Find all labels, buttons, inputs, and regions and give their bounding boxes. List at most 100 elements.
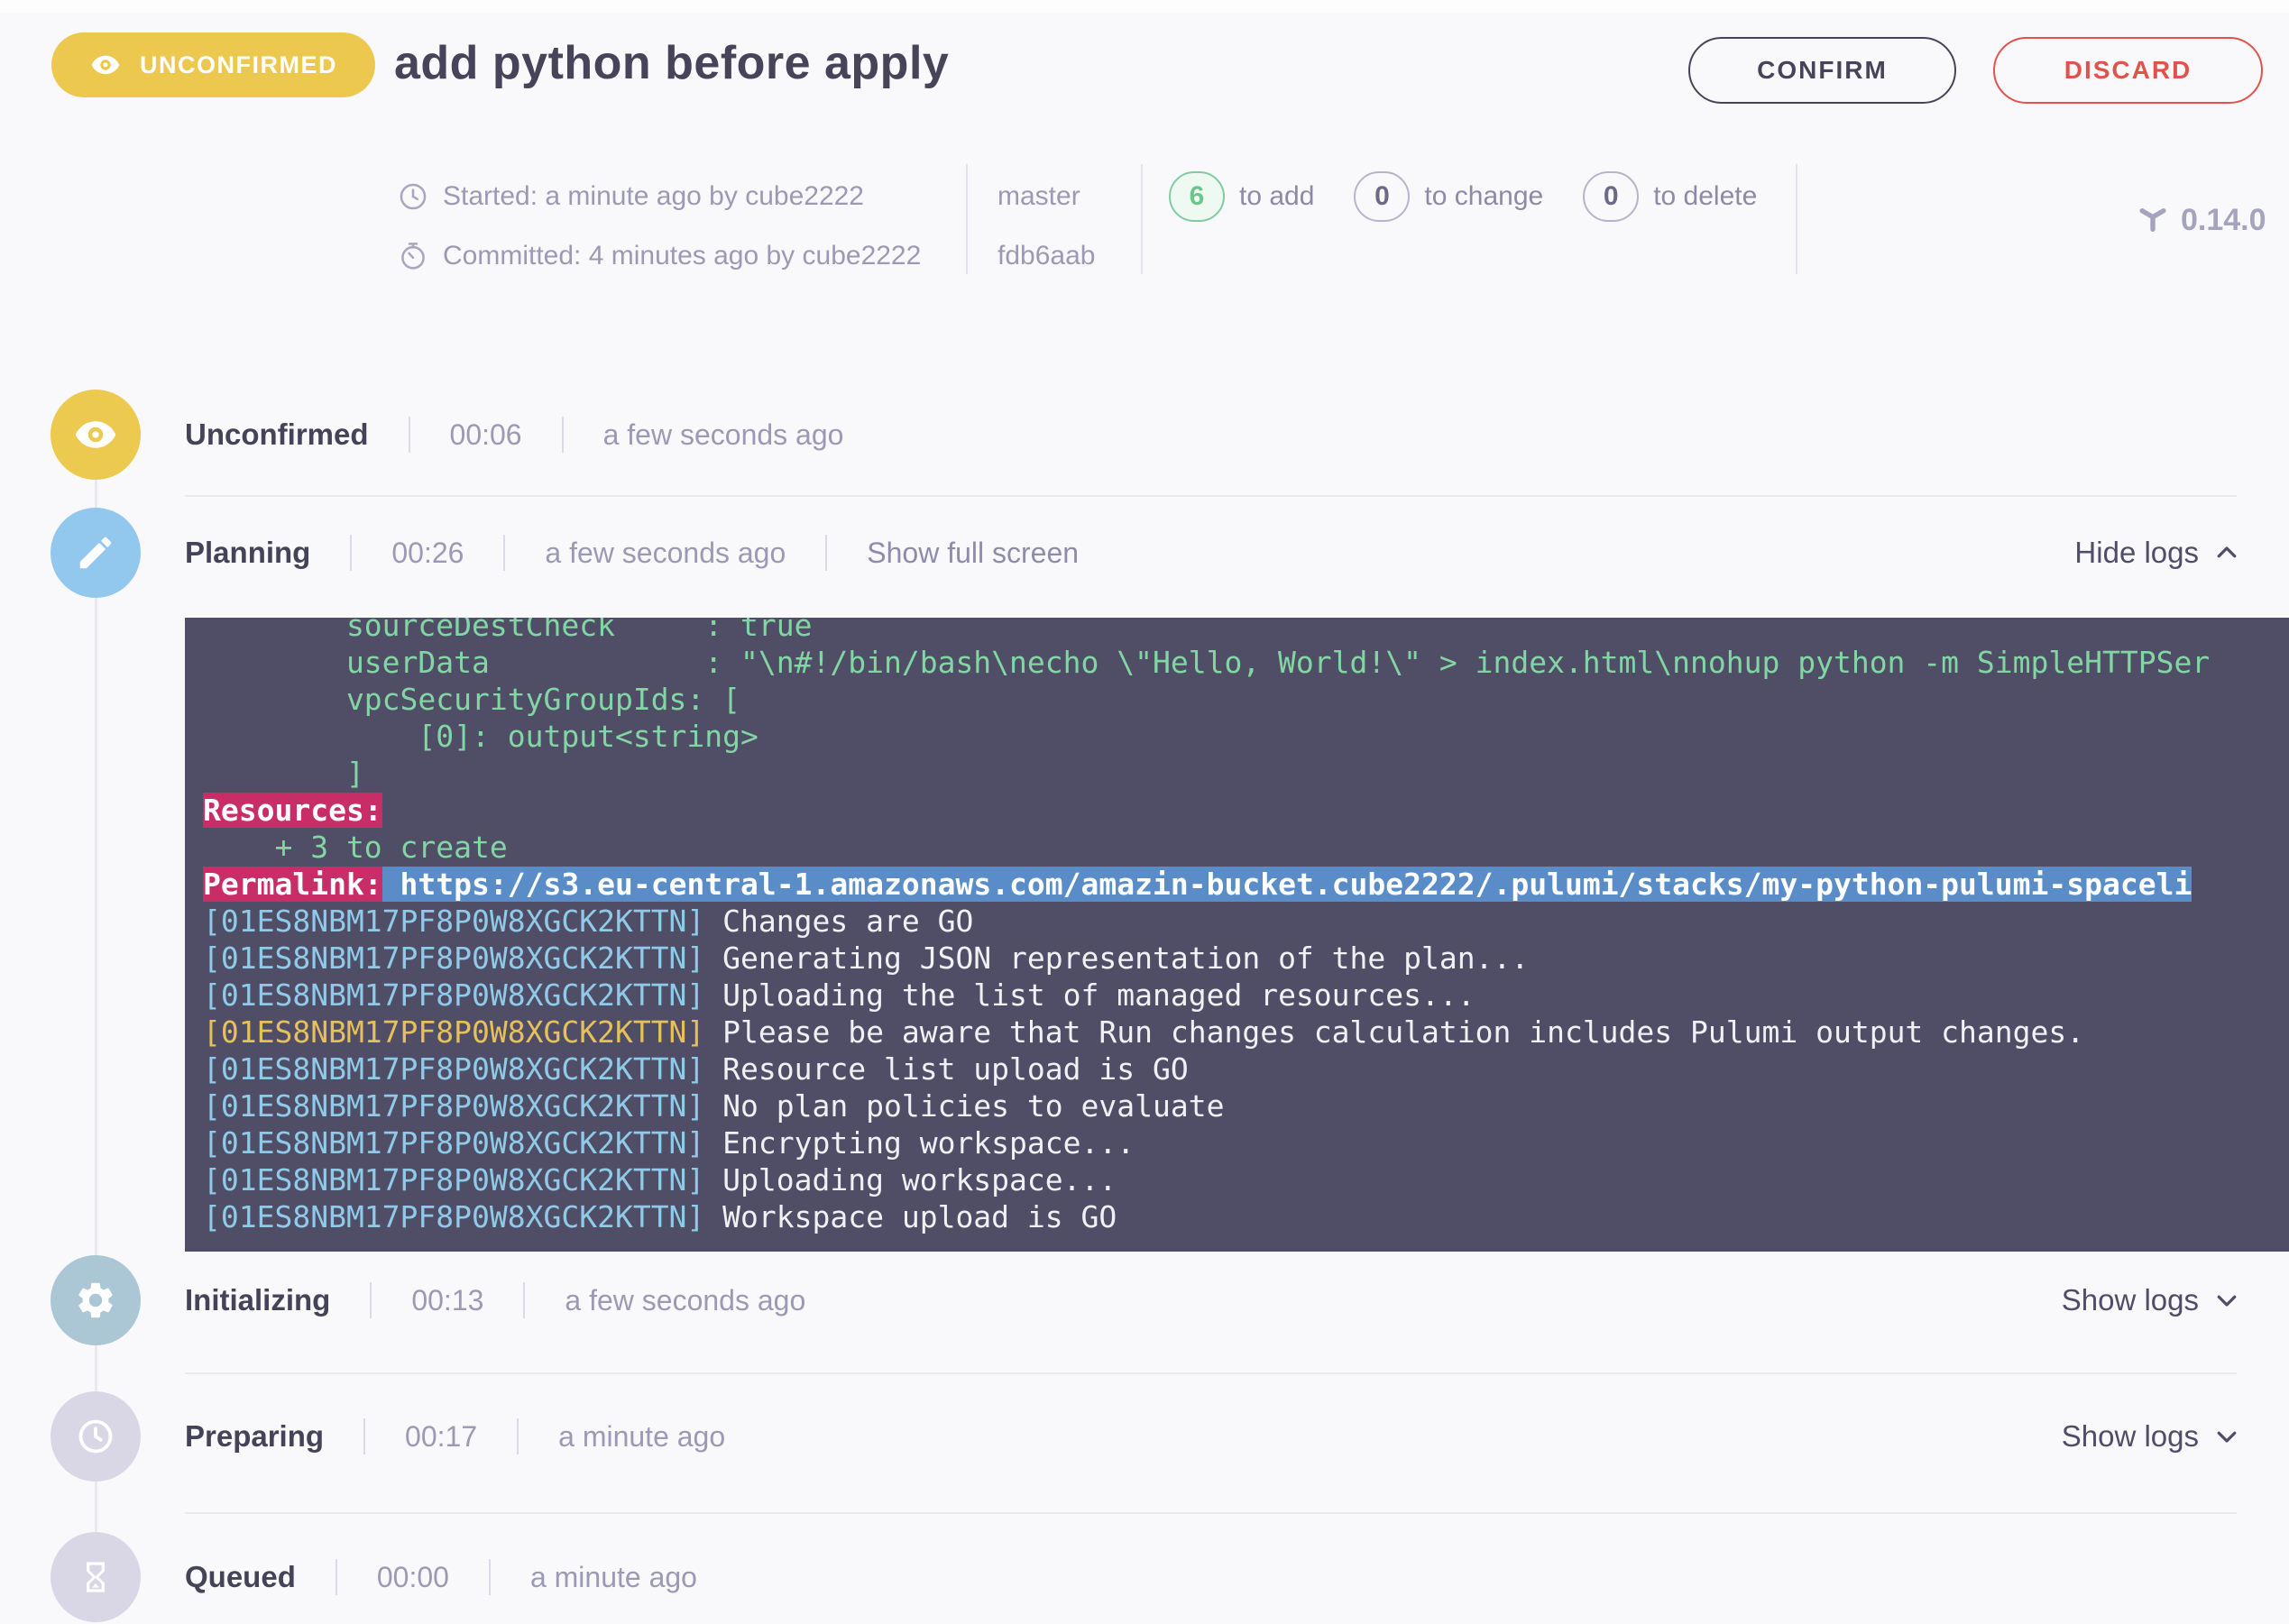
stage-name: Preparing	[185, 1419, 324, 1454]
chevron-down-icon	[2213, 1287, 2240, 1314]
clock-icon	[398, 181, 428, 212]
to-change-count: 0	[1354, 171, 1410, 222]
meta-divider	[1796, 164, 1797, 274]
log-line: [01ES8NBM17PF8P0W8XGCK2KTTN] Workspace u…	[203, 1198, 2289, 1235]
page-title: add python before apply	[394, 36, 949, 90]
show-logs-toggle[interactable]: Show logs	[2062, 1283, 2240, 1317]
discard-button[interactable]: DISCARD	[1993, 37, 2263, 104]
meta-divider	[966, 164, 968, 274]
stage-duration: 00:17	[405, 1420, 477, 1454]
separator	[370, 1282, 372, 1318]
row-divider	[185, 495, 2237, 497]
clock-icon	[75, 1416, 116, 1457]
timeline-row-initializing: Initializing 00:13 a few seconds ago Sho…	[0, 1253, 2289, 1347]
stage-duration: 00:13	[411, 1284, 483, 1317]
timeline-row-queued: Queued 00:00 a minute ago	[0, 1530, 2289, 1624]
stage-time: a minute ago	[530, 1561, 697, 1594]
stage-name: Unconfirmed	[185, 417, 369, 452]
stage-time: a minute ago	[558, 1420, 725, 1454]
started-text: Started: a minute ago by cube2222	[443, 181, 864, 212]
log-line: [01ES8NBM17PF8P0W8XGCK2KTTN] No plan pol…	[203, 1087, 2289, 1124]
eye-icon	[89, 49, 122, 81]
timeline-row-preparing: Preparing 00:17 a minute ago Show logs	[0, 1390, 2289, 1483]
separator	[517, 1418, 519, 1454]
committed-line: Committed: 4 minutes ago by cube2222	[398, 236, 921, 276]
changes-summary: 6 to add 0 to change 0 to delete	[1169, 171, 1757, 222]
to-add-label: to add	[1239, 181, 1314, 212]
row-divider	[185, 1372, 2237, 1374]
stage-time: a few seconds ago	[603, 418, 844, 452]
eye-icon	[72, 411, 119, 458]
stage-duration: 00:00	[377, 1561, 449, 1594]
version-text: 0.14.0	[2181, 203, 2266, 238]
log-line: [0]: output<string>	[203, 718, 2289, 755]
hourglass-icon	[78, 1559, 114, 1595]
stage-time: a few seconds ago	[565, 1284, 805, 1317]
log-line: [01ES8NBM17PF8P0W8XGCK2KTTN] Encrypting …	[203, 1124, 2289, 1161]
unconfirmed-stage-icon	[51, 390, 141, 480]
show-full-screen-link[interactable]: Show full screen	[867, 537, 1079, 570]
toggle-label: Show logs	[2062, 1283, 2199, 1317]
log-line: sourceDestCheck : true	[203, 618, 2289, 644]
initializing-stage-icon	[51, 1255, 141, 1345]
timeline-row-unconfirmed: Unconfirmed 00:06 a few seconds ago	[0, 388, 2289, 482]
timeline-row-planning: Planning 00:26 a few seconds ago Show fu…	[0, 506, 2289, 600]
meta-divider	[1141, 164, 1143, 274]
stage-name: Initializing	[185, 1283, 330, 1317]
gear-icon	[74, 1279, 117, 1322]
log-line: vpcSecurityGroupIds: [	[203, 681, 2289, 718]
stage-duration: 00:26	[391, 537, 464, 570]
pencil-icon	[75, 532, 116, 573]
log-line: [01ES8NBM17PF8P0W8XGCK2KTTN] Please be a…	[203, 1014, 2289, 1051]
logs-terminal[interactable]: sourceDestCheck : true userData : "\n#!/…	[185, 618, 2289, 1252]
log-line: Resources:	[203, 792, 2289, 829]
stage-time: a few seconds ago	[545, 537, 786, 570]
top-strip	[0, 0, 2289, 13]
stage-duration: 00:06	[450, 418, 522, 452]
separator	[350, 535, 352, 571]
log-line: + 3 to create	[203, 829, 2289, 866]
logs-terminal-content: sourceDestCheck : true userData : "\n#!/…	[185, 618, 2289, 1235]
chevron-down-icon	[2213, 1423, 2240, 1450]
separator	[363, 1418, 365, 1454]
stopwatch-icon	[398, 241, 428, 271]
separator	[489, 1559, 491, 1595]
branch-name: master	[997, 177, 1080, 216]
to-delete-count: 0	[1583, 171, 1639, 222]
separator	[562, 417, 564, 453]
log-line: ]	[203, 755, 2289, 792]
row-divider	[185, 1512, 2237, 1514]
started-line: Started: a minute ago by cube2222	[398, 177, 864, 216]
commit-hash: fdb6aab	[997, 236, 1095, 276]
log-line: [01ES8NBM17PF8P0W8XGCK2KTTN] Uploading w…	[203, 1161, 2289, 1198]
to-delete-label: to delete	[1653, 181, 1757, 212]
status-badge-label: UNCONFIRMED	[140, 51, 337, 79]
to-change-label: to change	[1424, 181, 1543, 212]
to-add-count: 6	[1169, 171, 1225, 222]
stage-name: Queued	[185, 1560, 296, 1594]
toggle-label: Show logs	[2062, 1419, 2199, 1454]
status-badge: UNCONFIRMED	[51, 32, 375, 97]
committed-text: Committed: 4 minutes ago by cube2222	[443, 241, 921, 271]
stage-name: Planning	[185, 536, 310, 570]
show-logs-toggle[interactable]: Show logs	[2062, 1419, 2240, 1454]
terraform-icon	[2136, 203, 2170, 237]
planning-stage-icon	[51, 508, 141, 598]
chevron-up-icon	[2213, 539, 2240, 566]
log-line: userData : "\n#!/bin/bash\necho \"Hello,…	[203, 644, 2289, 681]
log-line: [01ES8NBM17PF8P0W8XGCK2KTTN] Uploading t…	[203, 977, 2289, 1014]
separator	[523, 1282, 525, 1318]
preparing-stage-icon	[51, 1391, 141, 1482]
separator	[336, 1559, 337, 1595]
hide-logs-toggle[interactable]: Hide logs	[2074, 536, 2240, 570]
separator	[409, 417, 410, 453]
confirm-button[interactable]: CONFIRM	[1688, 37, 1956, 104]
separator	[503, 535, 505, 571]
queued-stage-icon	[51, 1532, 141, 1622]
log-line: Permalink: https://s3.eu-central-1.amazo…	[203, 866, 2289, 903]
toggle-label: Hide logs	[2074, 536, 2199, 570]
separator	[825, 535, 827, 571]
log-line: [01ES8NBM17PF8P0W8XGCK2KTTN] Changes are…	[203, 903, 2289, 940]
log-line: [01ES8NBM17PF8P0W8XGCK2KTTN] Generating …	[203, 940, 2289, 977]
log-line: [01ES8NBM17PF8P0W8XGCK2KTTN] Resource li…	[203, 1051, 2289, 1087]
